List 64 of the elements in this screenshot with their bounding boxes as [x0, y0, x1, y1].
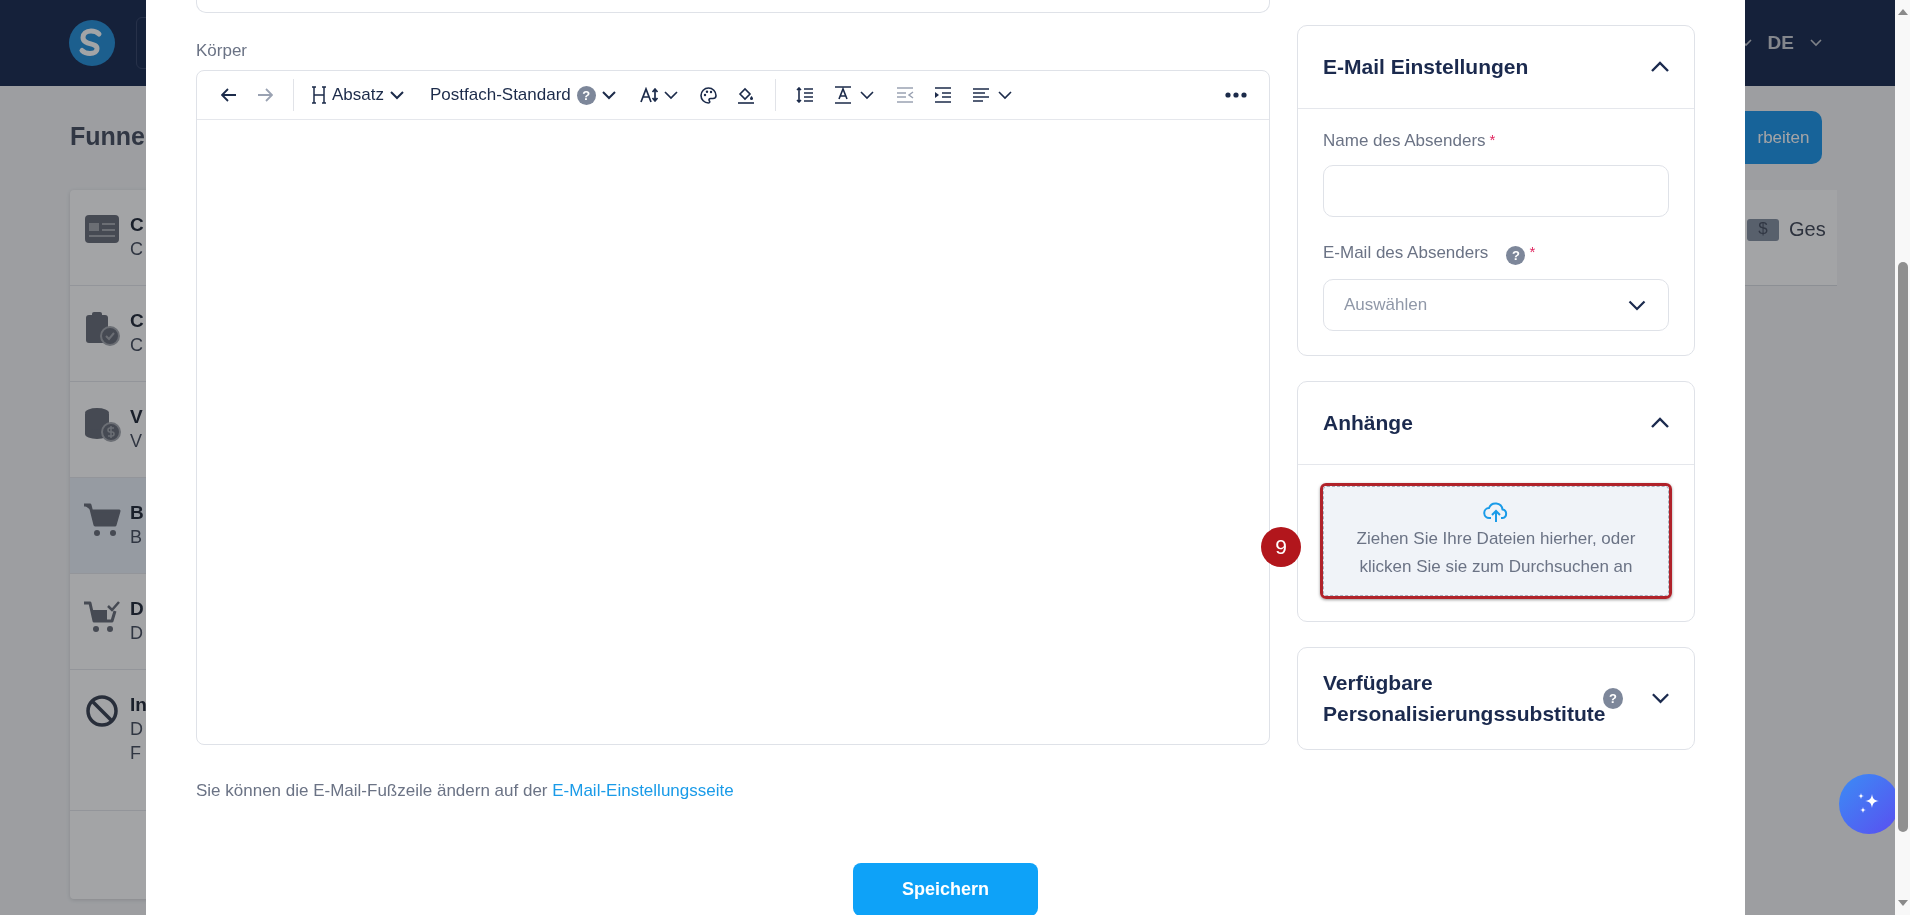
font-size-icon	[639, 87, 680, 103]
dropzone-text: klicken Sie sie zum Durchsuchen an	[1359, 555, 1633, 578]
item-title: D	[130, 598, 144, 620]
panel-header[interactable]: E-Mail Einstellungen	[1298, 26, 1694, 109]
dropzone-text: Ziehen Sie Ihre Dateien hierher, oder	[1356, 528, 1636, 550]
sender-email-select[interactable]: Auswählen	[1323, 279, 1669, 331]
item-description: F	[130, 743, 142, 764]
panel-header[interactable]: Anhänge	[1298, 382, 1694, 465]
chevron-up-icon[interactable]	[1650, 61, 1670, 73]
step-badge: 9	[1261, 527, 1301, 567]
item-title: B	[130, 502, 144, 524]
footer-note: Sie können die E-Mail-Fußzeile ändern auf der E-Mail-Einstellungsseite	[196, 781, 735, 801]
scrollbar[interactable]	[1895, 0, 1910, 915]
scroll-down-icon[interactable]	[1897, 900, 1908, 907]
item-description: C	[130, 239, 144, 260]
chevron-down-icon[interactable]	[1650, 692, 1670, 705]
summary-label: Ges	[1789, 218, 1826, 241]
cloud-upload-icon	[1483, 501, 1509, 523]
blocked-icon	[85, 694, 119, 728]
chevron-down-icon	[390, 90, 404, 100]
align-left-icon	[971, 88, 1014, 102]
field-label: Name des Absenders	[1323, 131, 1486, 151]
page-title: Funne	[70, 122, 146, 152]
logo-icon[interactable]	[68, 19, 116, 67]
item-description: C	[130, 335, 144, 356]
body-label: Körper	[196, 41, 249, 61]
cart-icon	[83, 502, 121, 538]
paragraph-style-dropdown[interactable]: Absatz	[304, 79, 412, 111]
subject-field[interactable]	[196, 0, 1270, 13]
item-description: D	[130, 719, 144, 740]
panel-header[interactable]: Verfügbare Personalisierungssubstitute ?	[1298, 647, 1694, 749]
file-dropzone[interactable]: Ziehen Sie Ihre Dateien hierher, oder klicken Sie sie zum Durchsuchen an	[1323, 486, 1669, 596]
coins-icon	[83, 406, 121, 442]
sender-name-field[interactable]	[1323, 165, 1669, 217]
chevron-down-icon	[601, 90, 616, 100]
help-icon[interactable]: ?	[1603, 687, 1623, 709]
text-color-icon	[833, 86, 876, 104]
item-title: C	[130, 214, 144, 236]
id-card-icon	[84, 214, 120, 244]
help-icon[interactable]: ?	[1506, 246, 1526, 265]
currency-badge: $	[1747, 218, 1779, 241]
font-dropdown[interactable]: Postfach-Standard ?	[422, 79, 624, 111]
arrow-right-icon	[257, 88, 273, 102]
item-title: C	[130, 310, 144, 332]
item-description: B	[130, 527, 143, 548]
required-mark: *	[1529, 243, 1536, 260]
required-mark: *	[1489, 131, 1496, 148]
arrow-left-icon	[221, 88, 237, 102]
item-title: V	[130, 406, 143, 428]
language-selector[interactable]: DE	[1767, 32, 1794, 54]
save-button[interactable]: Speichern	[853, 863, 1038, 915]
field-label: E-Mail des Absenders	[1323, 243, 1489, 263]
settings-link[interactable]: E-Mail-Einstellungsseite	[552, 781, 734, 800]
scroll-up-icon[interactable]	[1897, 8, 1908, 15]
help-icon[interactable]: ?	[576, 85, 596, 105]
item-description: V	[130, 431, 143, 452]
edit-button[interactable]: rbeiten	[1745, 111, 1822, 164]
rich-text-editor[interactable]: Absatz Postfach-Standard ?	[196, 70, 1270, 745]
item-description: D	[130, 623, 144, 644]
chevron-down-icon	[1628, 299, 1646, 311]
chevron-up-icon[interactable]	[1650, 417, 1670, 429]
clipboard-check-icon	[84, 310, 120, 346]
item-title: In	[130, 694, 147, 716]
heading-icon	[312, 86, 326, 104]
